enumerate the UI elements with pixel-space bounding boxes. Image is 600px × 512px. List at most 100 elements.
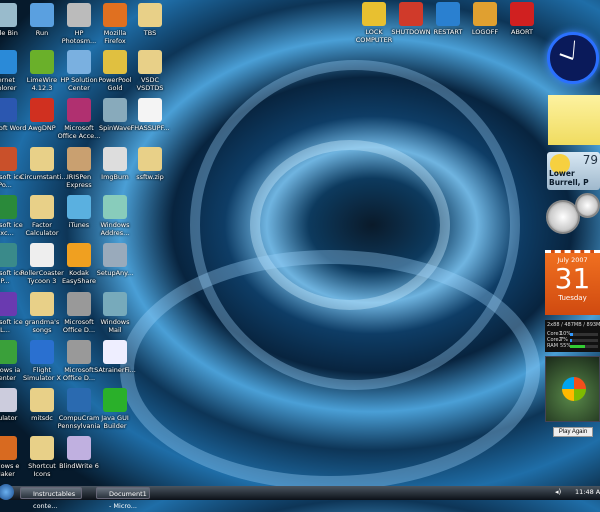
clock-hand-minute <box>572 40 576 59</box>
imgburn-icon <box>103 147 127 171</box>
taskbar-clock: 11:48 A <box>575 488 600 496</box>
hp-icon <box>67 50 91 74</box>
meter-bar <box>570 332 598 336</box>
desktop-shortcut[interactable]: SetupAny... <box>93 243 137 277</box>
meter-value: 55% <box>560 343 572 349</box>
powerpoint-icon <box>0 147 17 171</box>
run-icon <box>30 3 54 27</box>
fox-icon <box>30 98 54 122</box>
shortcut-label: Windows Mail <box>100 318 130 334</box>
folder-icon <box>138 50 162 74</box>
x-icon <box>510 2 534 26</box>
power-icon <box>399 2 423 26</box>
internet-explorer-icon <box>0 50 17 74</box>
powerpool-icon <box>103 50 127 74</box>
calculator-icon <box>0 388 17 412</box>
shortcut-label: BlindWrite 6 <box>59 462 99 470</box>
shortcut-label: SAtrainerFi... <box>94 366 136 374</box>
key-icon <box>473 2 497 26</box>
weather-location: Lower Burrell, P <box>549 169 589 187</box>
disc-icon <box>67 436 91 460</box>
desktop-shortcut[interactable]: BlindWrite 6 <box>57 436 101 470</box>
meter-bar-fill <box>570 344 586 348</box>
limewire-icon <box>30 50 54 74</box>
scanner-icon <box>67 340 91 364</box>
panda-icon <box>30 243 54 267</box>
file-icon <box>138 98 162 122</box>
meter-row: RAM 55% <box>547 343 598 349</box>
weather-gadget[interactable]: 79 Lower Burrell, P <box>547 152 600 190</box>
clock-hand-hour <box>559 53 574 60</box>
desktop-shortcut[interactable]: FHASSUPF... <box>128 98 172 132</box>
calendar-day: 31 <box>554 262 591 295</box>
airplane-icon <box>30 340 54 364</box>
meter-label: RAM <box>547 343 559 349</box>
meter-bar-fill <box>570 338 572 342</box>
recycle-bin-icon <box>0 3 17 27</box>
movie-maker-icon <box>0 436 17 460</box>
desktop-shortcut[interactable]: Windows Mail <box>93 292 137 334</box>
ram-meter-gadget[interactable] <box>575 193 600 218</box>
access-icon <box>67 98 91 122</box>
windows-logo-icon <box>562 377 586 401</box>
clock-gadget[interactable] <box>547 32 599 84</box>
calendar-weekday: Tuesday <box>558 294 587 302</box>
folder-icon <box>138 3 162 27</box>
folder-icon <box>30 292 54 316</box>
shortcut-label: Windows Addres... <box>100 221 130 237</box>
folder-icon <box>30 388 54 412</box>
hp-photosmart-icon <box>67 3 91 27</box>
desktop-shortcut[interactable]: Java GUI Builder <box>93 388 137 430</box>
shortcut-label: Java GUI Builder <box>101 414 129 430</box>
excel-icon <box>0 195 17 219</box>
play-again-button[interactable]: Play Again <box>553 427 593 437</box>
pen-icon <box>67 147 91 171</box>
shortcut-label: ssftw.zip <box>136 173 164 181</box>
volume-icon[interactable]: ◂) <box>555 488 561 496</box>
desktop-shortcut[interactable]: Windows Addres... <box>93 195 137 237</box>
desktop-shortcut[interactable]: TBS <box>128 3 172 37</box>
taskbar-item-browser[interactable]: Instructables conte... <box>20 487 82 510</box>
weather-temp: 79 <box>582 153 598 167</box>
desktop-shortcut[interactable]: SAtrainerFi... <box>93 340 137 374</box>
shortcut-label: ABORT <box>511 28 533 36</box>
desktop-shortcut[interactable]: ssftw.zip <box>128 147 172 181</box>
folder-icon <box>30 195 54 219</box>
spinwave-icon <box>103 98 127 122</box>
game-gadget[interactable] <box>545 356 600 422</box>
scanner-icon <box>67 292 91 316</box>
taskbar: Instructables conte... Document1 - Micro… <box>0 484 600 510</box>
system-meter-gadget: 2x88 / 487MB / 893MB Core1 10% Core2 7% RAM 5… <box>545 320 600 352</box>
media-center-icon <box>0 340 17 364</box>
folder-icon <box>30 147 54 171</box>
restart-icon <box>436 2 460 26</box>
firefox-icon <box>103 3 127 27</box>
shortcut-label: TBS <box>143 29 157 37</box>
java-icon <box>103 388 127 412</box>
publisher-icon <box>0 243 17 267</box>
shortcut-label: FHASSUPF... <box>130 124 170 132</box>
meter-bar-fill <box>570 332 573 336</box>
shortcut-label: SetupAny... <box>96 269 134 277</box>
zip-folder-icon <box>138 147 162 171</box>
setup-icon <box>103 243 127 267</box>
meter-bar <box>570 344 598 348</box>
calendar-gadget[interactable]: July 2007 31 Tuesday <box>545 250 600 315</box>
meter-header: 2x88 / 487MB / 893MB <box>547 322 600 328</box>
sticky-note-gadget[interactable] <box>548 95 600 145</box>
word-icon <box>0 98 17 122</box>
start-button[interactable] <box>0 484 14 500</box>
office-icon <box>0 292 17 316</box>
folder-icon <box>30 436 54 460</box>
compucram-icon <box>67 388 91 412</box>
taskbar-item-word[interactable]: Document1 - Micro... <box>96 487 150 510</box>
desktop-shortcut[interactable]: VSDC VSDTDS <box>128 50 172 92</box>
mail-icon <box>103 292 127 316</box>
meter-bar <box>570 338 598 342</box>
shortcut-label: VSDC VSDTDS <box>136 76 164 92</box>
kodak-icon <box>67 243 91 267</box>
window-icon <box>103 340 127 364</box>
desktop-shortcut[interactable]: ABORT <box>500 2 544 36</box>
itunes-icon <box>67 195 91 219</box>
lock-icon <box>362 2 386 26</box>
